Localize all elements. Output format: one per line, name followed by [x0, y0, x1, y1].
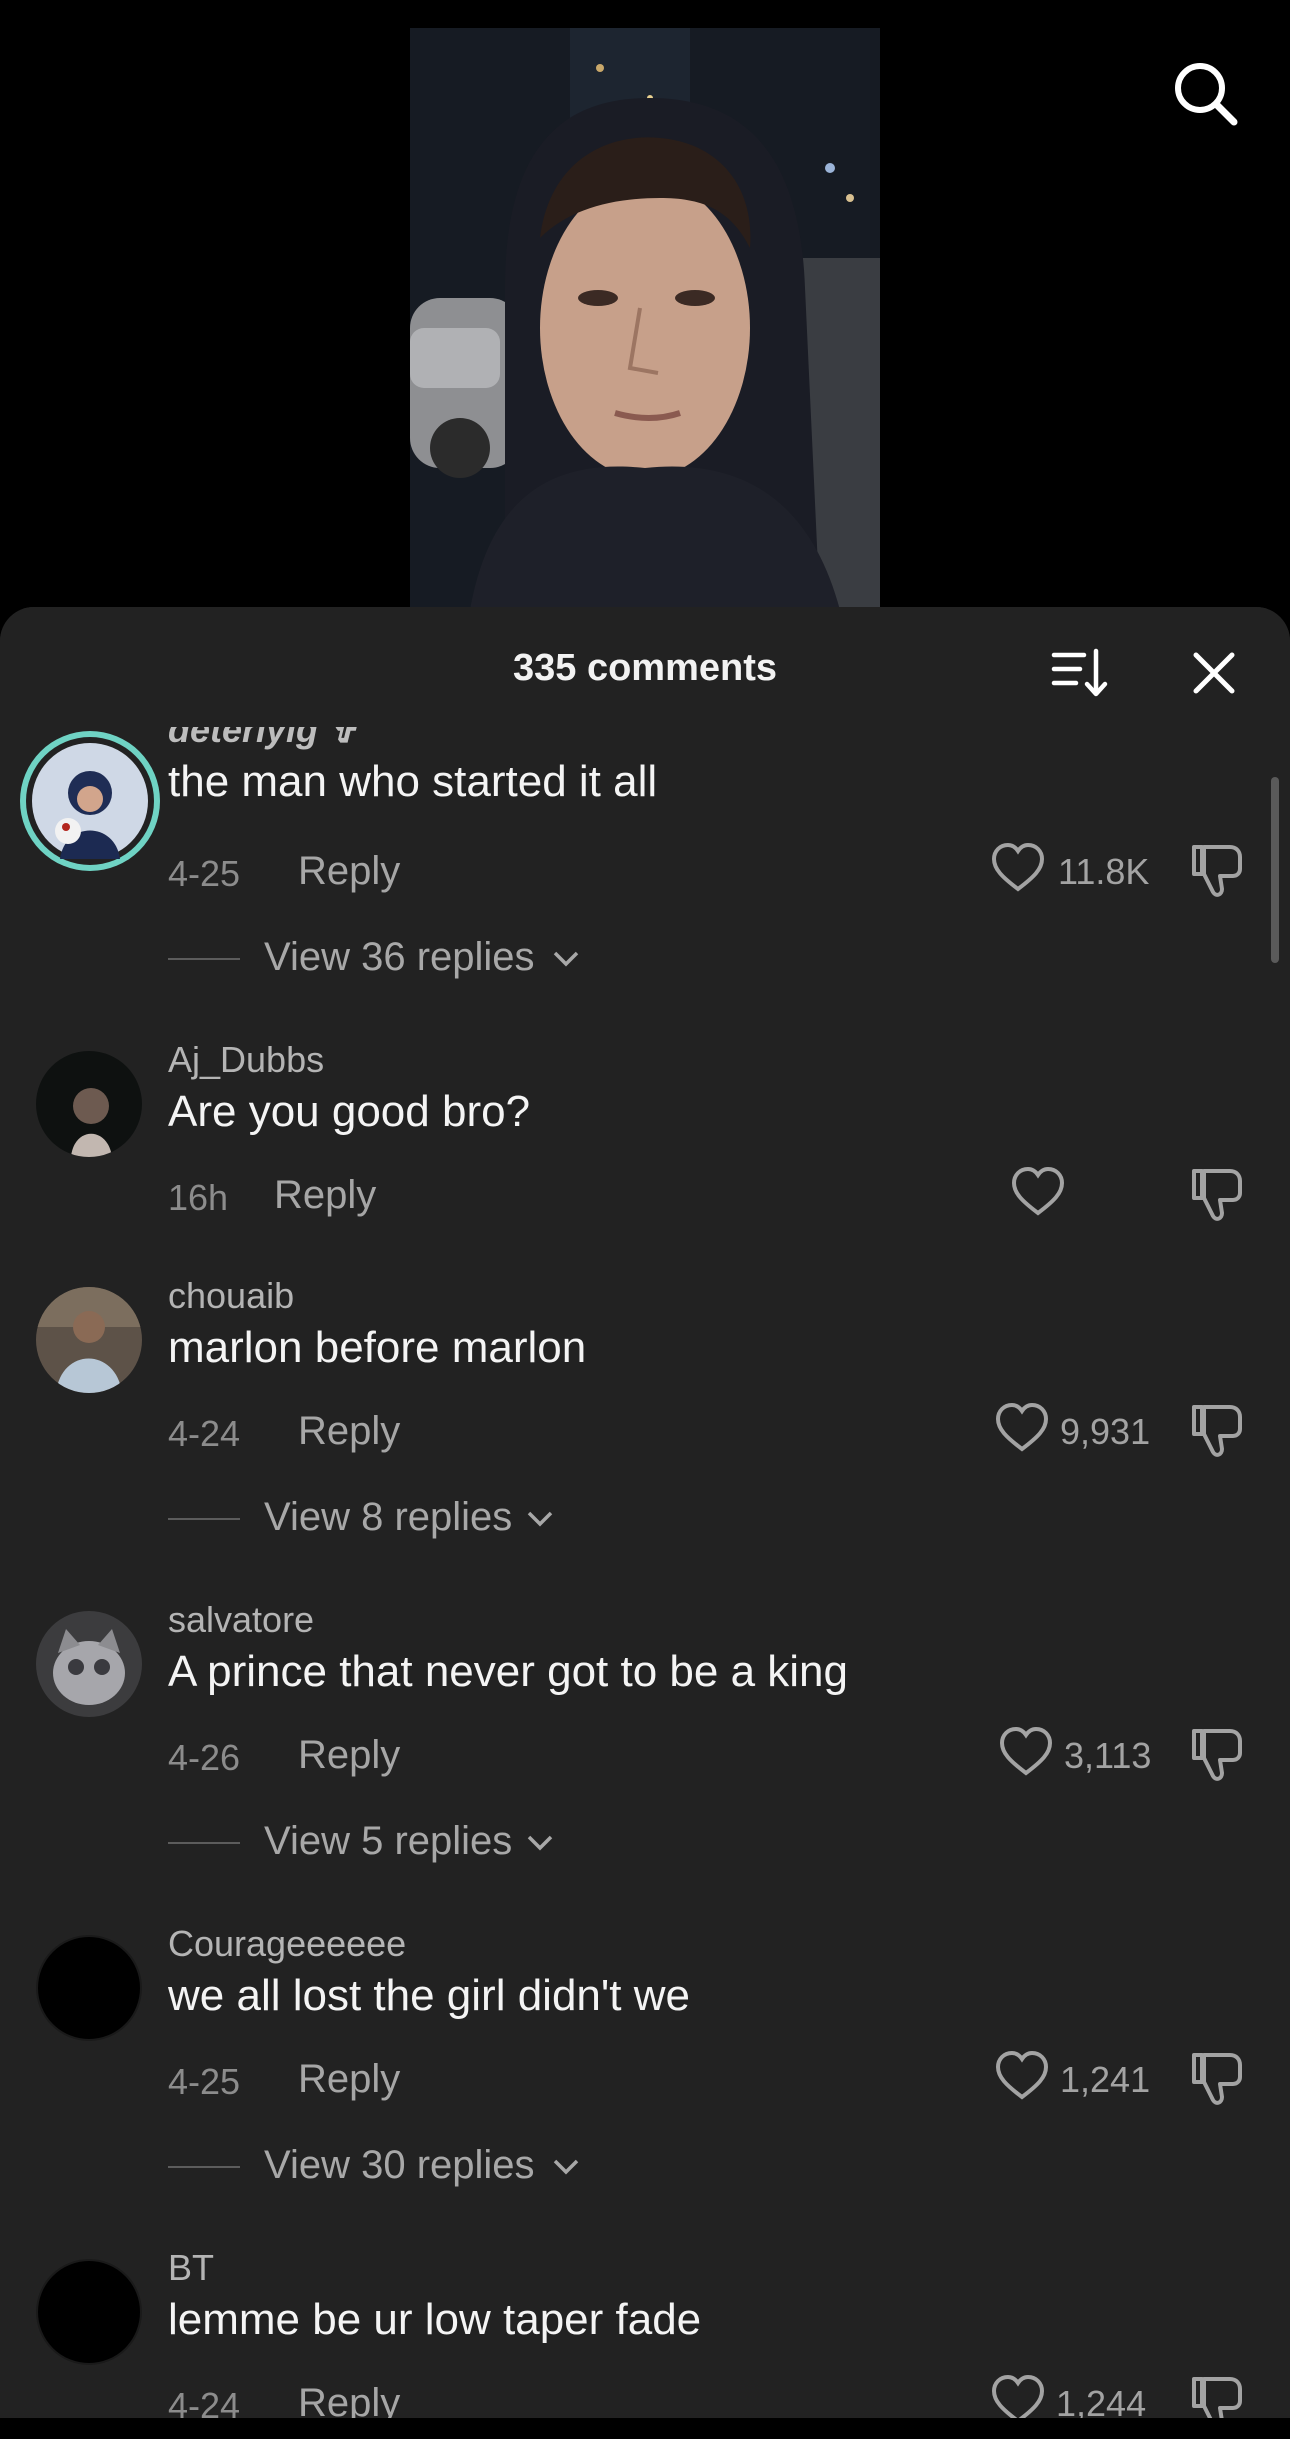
- view-replies-label: View 5 replies: [264, 1819, 513, 1863]
- like-count: 9,931: [1060, 1411, 1151, 1452]
- chevron-down-icon: [527, 1511, 553, 1527]
- comment-date: 4-24: [168, 1413, 241, 1454]
- dislike-button[interactable]: [1190, 2049, 1246, 2109]
- dislike-icon: [1192, 2053, 1242, 2105]
- chevron-down-icon: [527, 1835, 553, 1851]
- heart-icon: [1011, 1166, 1065, 1216]
- sort-icon: [1051, 648, 1108, 697]
- heart-icon: [999, 1726, 1053, 1776]
- sort-button[interactable]: [1050, 643, 1110, 703]
- close-icon: [1193, 652, 1235, 694]
- comment-date: 4-25: [168, 2061, 241, 2102]
- comment-username[interactable]: Courageeeeee: [168, 1923, 406, 1965]
- comment-date: 4-25: [168, 853, 241, 894]
- view-replies-button[interactable]: View 5 replies: [168, 1817, 553, 1867]
- like-button[interactable]: 11.8K: [990, 841, 1150, 901]
- search-icon: [1175, 63, 1238, 126]
- video-thumbnail[interactable]: [410, 28, 880, 610]
- replies-divider: [168, 1842, 240, 1844]
- like-count: 3,113: [1064, 1735, 1152, 1776]
- replies-divider: [168, 958, 240, 960]
- avatar[interactable]: [36, 1287, 142, 1393]
- replies-divider: [168, 2166, 240, 2168]
- chevron-down-icon: [553, 2159, 579, 2175]
- like-button[interactable]: 3,113: [998, 1725, 1152, 1785]
- comment-date: 16h: [168, 1177, 229, 1218]
- comment-username[interactable]: Aj_Dubbs: [168, 1039, 324, 1081]
- comment-username[interactable]: salvatore: [168, 1599, 314, 1641]
- comments-sheet: deterlyig ✞ the man who started it all 4…: [0, 607, 1290, 2439]
- comment-text: we all lost the girl didn't we: [168, 1971, 690, 2020]
- close-button[interactable]: [1184, 643, 1244, 703]
- dislike-button[interactable]: [1190, 841, 1246, 901]
- like-count: 11.8K: [1058, 851, 1150, 892]
- dislike-button[interactable]: [1190, 1401, 1246, 1461]
- comment-text: marlon before marlon: [168, 1323, 587, 1372]
- chevron-down-icon: [553, 951, 579, 967]
- dislike-icon: [1192, 845, 1242, 897]
- view-replies-label: View 8 replies: [264, 1495, 513, 1539]
- view-replies-button[interactable]: View 8 replies: [168, 1493, 553, 1543]
- comment-date: 4-26: [168, 1737, 241, 1778]
- like-button[interactable]: [1010, 1165, 1070, 1225]
- reply-button[interactable]: Reply: [298, 2057, 400, 2102]
- reply-button[interactable]: Reply: [274, 1173, 376, 1218]
- reply-button[interactable]: Reply: [298, 1409, 400, 1454]
- avatar[interactable]: [36, 1051, 142, 1157]
- like-count: 1,241: [1060, 2059, 1151, 2100]
- view-replies-label: View 36 replies: [264, 935, 535, 979]
- replies-divider: [168, 1518, 240, 1520]
- heart-icon: [995, 1402, 1049, 1452]
- bottom-edge: [0, 2418, 1290, 2439]
- view-replies-button[interactable]: View 30 replies: [168, 2141, 579, 2191]
- like-button[interactable]: 1,241: [994, 2049, 1150, 2109]
- dislike-icon: [1192, 1729, 1242, 1781]
- comment-username[interactable]: BT: [168, 2247, 214, 2289]
- avatar[interactable]: [20, 731, 160, 871]
- reply-button[interactable]: Reply: [298, 849, 400, 894]
- dislike-icon: [1192, 1405, 1242, 1457]
- comment-text: the man who started it all: [168, 757, 658, 806]
- comment-username[interactable]: chouaib: [168, 1275, 294, 1317]
- comments-header: 335 comments: [0, 607, 1290, 727]
- comment-text: lemme be ur low taper fade: [168, 2295, 702, 2344]
- search-button[interactable]: [1170, 58, 1240, 128]
- reply-button[interactable]: Reply: [298, 1733, 400, 1778]
- avatar[interactable]: [36, 1611, 142, 1717]
- comments-list[interactable]: deterlyig ✞ the man who started it all 4…: [0, 607, 1290, 2439]
- heart-icon: [991, 842, 1045, 892]
- dislike-icon: [1192, 1169, 1242, 1221]
- video-area[interactable]: [0, 0, 1290, 610]
- avatar[interactable]: [36, 2259, 142, 2365]
- view-replies-label: View 30 replies: [264, 2143, 535, 2187]
- comment-text: A prince that never got to be a king: [168, 1647, 849, 1696]
- video-person-image: [410, 28, 880, 610]
- like-button[interactable]: 9,931: [994, 1401, 1150, 1461]
- avatar[interactable]: [36, 1935, 142, 2041]
- dislike-button[interactable]: [1190, 1725, 1246, 1785]
- view-replies-button[interactable]: View 36 replies: [168, 933, 579, 983]
- scrollbar[interactable]: [1271, 777, 1279, 963]
- dislike-button[interactable]: [1190, 1165, 1246, 1225]
- comment-text: Are you good bro?: [168, 1087, 531, 1136]
- heart-icon: [995, 2050, 1049, 2100]
